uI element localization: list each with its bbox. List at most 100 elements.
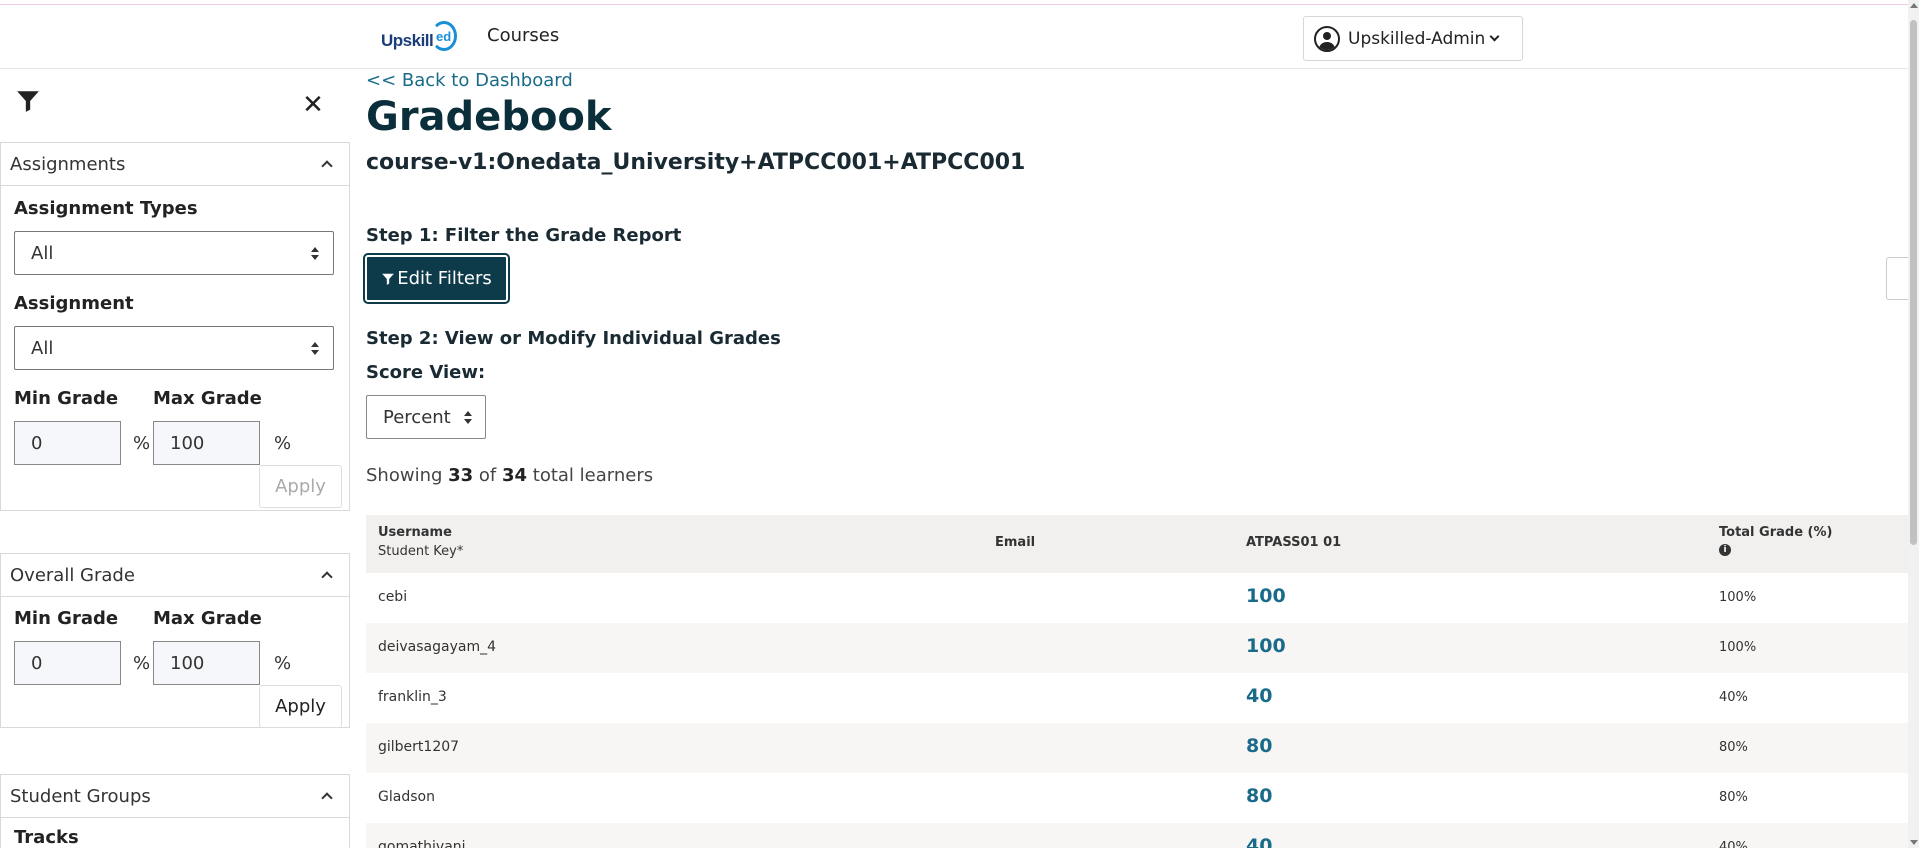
grade-cell-button[interactable]: 100 [1246, 635, 1286, 657]
score-view-select[interactable]: Percent [366, 395, 486, 439]
username-cell: gilbert1207 [378, 739, 460, 755]
username-cell: cebi [378, 589, 408, 605]
nav-courses-link[interactable]: Courses [487, 25, 559, 46]
main-content: << Back to Dashboard Gradebook course-v1… [363, 70, 1908, 848]
assignments-panel-title: Assignments [10, 153, 126, 175]
back-to-dashboard-link[interactable]: << Back to Dashboard [366, 70, 573, 91]
username-cell: gomathivani [378, 839, 466, 848]
upskilled-logo[interactable]: Upskill ed [381, 19, 457, 57]
site-header: Upskill ed Courses Upskilled-Admin [0, 5, 1908, 69]
filter-icon [382, 273, 395, 285]
overall-max-grade-label: Max Grade [153, 608, 262, 629]
percent-sign: % [274, 653, 292, 674]
info-icon[interactable]: i [1719, 544, 1731, 556]
overall-max-grade-input[interactable]: 100 [153, 641, 260, 685]
edit-filters-button[interactable]: Edit Filters [363, 253, 510, 304]
assignment-max-grade-input[interactable]: 100 [153, 421, 260, 465]
tracks-label: Tracks [14, 827, 79, 848]
assignments-panel: Assignments Assignment Types All Assignm… [0, 142, 350, 511]
overall-apply-button[interactable]: Apply [259, 685, 342, 728]
total-grade-cell: 100% [1719, 640, 1757, 655]
select-arrows-icon [464, 411, 472, 425]
assignment-column-header[interactable]: ATPASS01 01 [1246, 535, 1341, 550]
total-grade-cell: 80% [1719, 740, 1748, 755]
table-header-row: Username Student Key* Email ATPASS01 01 … [366, 515, 1908, 573]
student-groups-panel-title: Student Groups [10, 785, 151, 807]
max-grade-label: Max Grade [153, 388, 262, 409]
select-arrows-icon [311, 247, 319, 261]
chevron-up-icon [321, 792, 333, 804]
overall-grade-panel: Overall Grade Min Grade Max Grade 0 % 10… [0, 553, 350, 728]
username-header-label: Username [378, 525, 452, 540]
learner-count-text: Showing 33 of 34 total learners [366, 465, 653, 486]
assignment-select[interactable]: All [14, 326, 334, 370]
select-arrows-icon [311, 342, 319, 356]
assignment-label: Assignment [14, 293, 134, 314]
username-cell: Gladson [378, 789, 435, 805]
score-view-value: Percent [383, 406, 451, 428]
percent-sign: % [133, 433, 151, 454]
user-name: Upskilled-Admin [1348, 28, 1486, 49]
table-row: gilbert1207 80 80% [366, 723, 1908, 773]
total-grade-cell: 80% [1719, 790, 1748, 805]
filter-icon [17, 91, 39, 112]
grade-cell-button[interactable]: 80 [1246, 735, 1272, 757]
chevron-up-icon [321, 160, 333, 172]
grade-cell-button[interactable]: 100 [1246, 585, 1286, 607]
scrollbar-thumb[interactable] [1910, 20, 1917, 545]
student-groups-panel-header[interactable]: Student Groups [1, 775, 349, 818]
min-grade-label: Min Grade [14, 388, 119, 409]
chevron-up-icon [321, 571, 333, 583]
table-row: deivasagayam_4 100 100% [366, 623, 1908, 673]
total-grade-column-header: Total Grade (%) i [1719, 525, 1832, 556]
grade-cell-button[interactable]: 40 [1246, 685, 1272, 707]
total-grade-header-label: Total Grade (%) [1719, 525, 1833, 540]
showing-suffix: total learners [527, 465, 654, 486]
percent-sign: % [133, 653, 151, 674]
total-grade-cell: 40% [1719, 840, 1748, 848]
overall-min-grade-input[interactable]: 0 [14, 641, 121, 685]
overall-grade-panel-title: Overall Grade [10, 564, 135, 586]
step2-label: Step 2: View or Modify Individual Grades [366, 328, 781, 349]
score-view-label: Score View: [366, 362, 486, 383]
total-grade-cell: 40% [1719, 690, 1748, 705]
assignment-value: All [31, 337, 54, 359]
gradebook-table: Username Student Key* Email ATPASS01 01 … [366, 515, 1908, 848]
table-row: gomathivani 40 40% [366, 823, 1908, 848]
table-row: Gladson 80 80% [366, 773, 1908, 823]
assignment-types-label: Assignment Types [14, 198, 198, 219]
grade-cell-button[interactable]: 80 [1246, 785, 1272, 807]
scroll-down-arrow-icon[interactable] [1910, 840, 1918, 845]
logo-suffix: ed [436, 29, 452, 44]
student-key-header-label: Student Key* [378, 544, 464, 559]
offscreen-control[interactable] [1886, 257, 1908, 300]
username-column-header[interactable]: Username Student Key* [378, 525, 463, 559]
total-grade-cell: 100% [1719, 590, 1757, 605]
close-sidebar-icon[interactable]: ✕ [300, 92, 326, 118]
logo-text: Upskill [381, 31, 434, 50]
table-row: cebi 100 100% [366, 573, 1908, 623]
user-avatar-icon [1314, 25, 1340, 52]
assignment-types-select[interactable]: All [14, 231, 334, 275]
overall-min-grade-label: Min Grade [14, 608, 119, 629]
grade-cell-button[interactable]: 40 [1246, 835, 1272, 848]
showing-count: 33 [448, 465, 474, 486]
assignments-panel-header[interactable]: Assignments [1, 143, 349, 186]
page-scrollbar[interactable] [1908, 0, 1919, 848]
overall-grade-panel-header[interactable]: Overall Grade [1, 554, 349, 597]
percent-sign: % [274, 433, 292, 454]
email-column-header: Email [995, 535, 1036, 550]
user-menu-button[interactable]: Upskilled-Admin [1303, 16, 1523, 61]
assignment-types-value: All [31, 242, 54, 264]
course-id: course-v1:Onedata_University+ATPCC001+AT… [366, 150, 1026, 175]
assignment-min-grade-input[interactable]: 0 [14, 421, 121, 465]
scroll-up-arrow-icon[interactable] [1910, 3, 1918, 8]
showing-mid: of [473, 465, 502, 486]
page-title: Gradebook [366, 94, 612, 140]
showing-total: 34 [501, 465, 528, 486]
filter-sidebar: ✕ Assignments Assignment Types All Assig… [0, 70, 350, 848]
student-groups-panel: Student Groups Tracks [0, 774, 350, 848]
chevron-down-icon [1489, 31, 1500, 42]
assignment-apply-button[interactable]: Apply [259, 465, 342, 508]
username-cell: deivasagayam_4 [378, 639, 497, 655]
